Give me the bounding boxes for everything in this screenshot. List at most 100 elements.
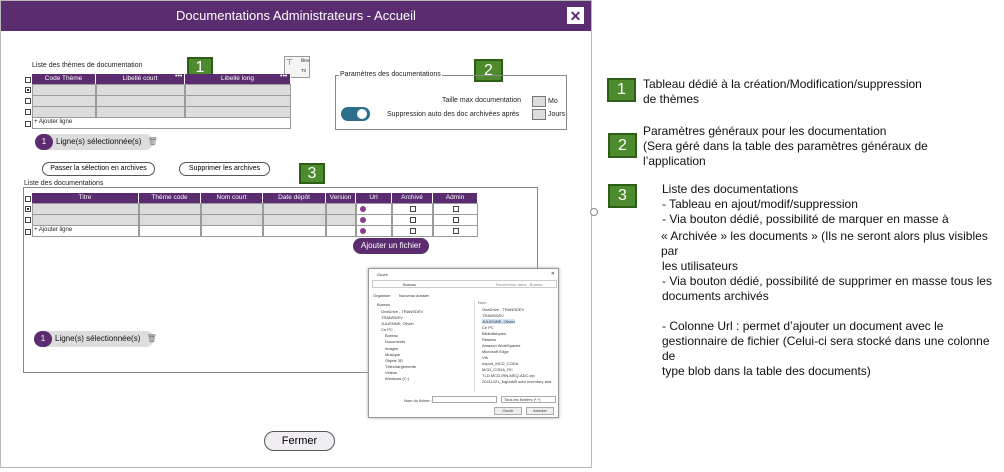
url-attach-icon[interactable] [360,217,366,223]
add-row-checkbox[interactable] [25,229,31,235]
col-nom-court[interactable]: Nom court [201,193,263,203]
file-item[interactable]: TLD-MCD-IRN-MEQ-ADC.zip [482,373,535,378]
dialog-close-icon[interactable]: ✕ [551,271,555,277]
address-bar[interactable]: Bureau Rechercher dans : Bureau [372,280,557,288]
connector-handle [590,208,598,216]
file-item[interactable]: JULIENNE, Olivier [482,319,515,324]
row-checkbox[interactable] [25,217,31,223]
annotation-line: - Tableau en ajout/modif/suppression [662,197,858,211]
archive-selection-button[interactable]: Passer la sélection en archives [42,162,155,176]
annotation-line: type blob dans la table des documents) [662,364,871,378]
archive-checkbox[interactable] [410,206,416,212]
archive-checkbox[interactable] [410,217,416,223]
add-row-label[interactable]: + Ajouter ligne [34,119,72,125]
sort-label[interactable]: Tri [301,68,306,73]
file-item[interactable]: Amazon WorkSpaces [482,343,520,348]
col-titre[interactable]: Titre [32,193,139,203]
tree-item[interactable]: Windows (C:) [385,376,409,381]
tree-item[interactable]: Vidéos [385,370,397,375]
organize-menu[interactable]: Organiser [373,293,391,298]
file-item[interactable]: TRANSDEV [482,313,504,318]
add-row[interactable]: + Ajouter ligne [32,117,291,129]
file-list-header[interactable]: Nom [478,300,486,305]
select-all-checkbox[interactable] [25,77,31,83]
col-archive[interactable]: Archivé [392,193,433,203]
col-version[interactable]: Version [326,193,356,203]
auto-delete-toggle[interactable] [341,107,370,121]
col-menu-icon[interactable]: ••• [280,73,287,80]
annotation-line: de thèmes [643,92,700,106]
file-item[interactable]: OneDrive - TRANSDEV [482,307,524,312]
tree-item[interactable]: Téléchargements [385,364,416,369]
add-row-checkbox[interactable] [25,121,31,127]
add-file-button[interactable]: Ajouter un fichier [353,238,429,254]
filename-input[interactable] [432,396,497,403]
annotation-line: l’application [643,154,706,168]
row-checkbox[interactable] [25,109,31,115]
row-checkbox[interactable] [25,87,31,93]
col-libelle-court[interactable]: Libellé court [96,74,185,84]
auto-delete-label: Suppression auto des doc archivées après [387,111,520,118]
new-folder-button[interactable]: Nouveau dossier [399,293,429,298]
close-button[interactable]: Fermer [264,431,335,451]
file-item[interactable]: Vfs [482,355,488,360]
file-item[interactable]: Bibliothèques [482,331,506,336]
file-type-select[interactable]: Tous les fichiers (*.*) [501,396,556,403]
annotation-line [662,304,1004,319]
admin-checkbox[interactable] [453,206,459,212]
file-item[interactable]: 20211221_logiJobB suivi inventory and [482,379,551,384]
table-cell[interactable] [201,225,263,237]
max-size-label: Taille max documentation [442,97,521,104]
add-row-label[interactable]: + Ajouter ligne [34,227,72,233]
trash-icon[interactable]: 🗑 [147,334,157,343]
url-attach-icon[interactable] [360,206,366,212]
tree-item[interactable]: Documents [385,339,405,344]
row-checkbox[interactable] [25,206,31,212]
tree-item[interactable]: Objets 3D [385,358,403,363]
table-cell[interactable] [326,225,356,237]
annotation-badge-1: 1 [607,78,636,102]
toggle-knob [357,109,367,119]
col-date-depot[interactable]: Date dépôt [263,193,326,203]
col-libelle-long[interactable]: Libellé long [185,74,291,84]
filter-label[interactable]: filtre [301,58,310,63]
delete-archives-button[interactable]: Supprimer les archives [179,162,270,176]
file-item[interactable]: Microsoft Edge [482,349,509,354]
file-item[interactable]: MCD_CODA_RC [482,367,513,372]
trash-icon[interactable]: 🗑 [148,137,158,146]
table-cell[interactable] [263,225,326,237]
tree-item[interactable]: TRANSDEV [381,315,403,320]
col-theme-code[interactable]: Thème code [139,193,201,203]
tree-item[interactable]: Ce PC [381,327,393,332]
max-size-field[interactable] [532,96,546,107]
row-checkbox[interactable] [25,98,31,104]
tree-item[interactable]: Images [385,346,398,351]
admin-checkbox[interactable] [453,217,459,223]
col-code-theme[interactable]: Code Thème [32,74,96,84]
archive-checkbox[interactable] [410,228,416,234]
col-admin[interactable]: Admin [433,193,478,203]
col-menu-icon[interactable]: ••• [175,73,182,80]
tree-item[interactable]: Bureau [385,333,398,338]
close-icon[interactable]: ✕ [567,7,584,24]
file-item[interactable]: export_MCD_CODA [482,361,518,366]
url-attach-icon[interactable] [360,228,366,234]
auto-delete-field[interactable] [532,109,546,120]
tree-item[interactable]: OneDrive - TRANSDEV [381,309,423,314]
dialog-search[interactable]: Rechercher dans : Bureau [496,282,543,287]
tree-item[interactable]: Bureau [377,302,390,307]
annotation-line: documents archivés [662,289,769,303]
dialog-open-button[interactable]: Ouvrir [494,407,522,415]
col-url[interactable]: Url [356,193,392,203]
dialog-cancel-button[interactable]: Annuler [526,407,554,415]
admin-checkbox[interactable] [453,228,459,234]
file-item[interactable]: Réseau [482,337,496,342]
tree-item[interactable]: JULIENNE, Olivier [381,321,414,326]
table-cell[interactable] [139,225,201,237]
tree-item[interactable]: Musique [385,352,400,357]
file-item[interactable]: Ce PC [482,325,494,330]
filter-icon[interactable]: ⊤ [286,58,293,67]
add-row[interactable]: + Ajouter ligne [32,225,139,237]
select-all-checkbox[interactable] [25,196,31,202]
selected-label: Ligne(s) sélectionnée(s) [56,137,142,146]
